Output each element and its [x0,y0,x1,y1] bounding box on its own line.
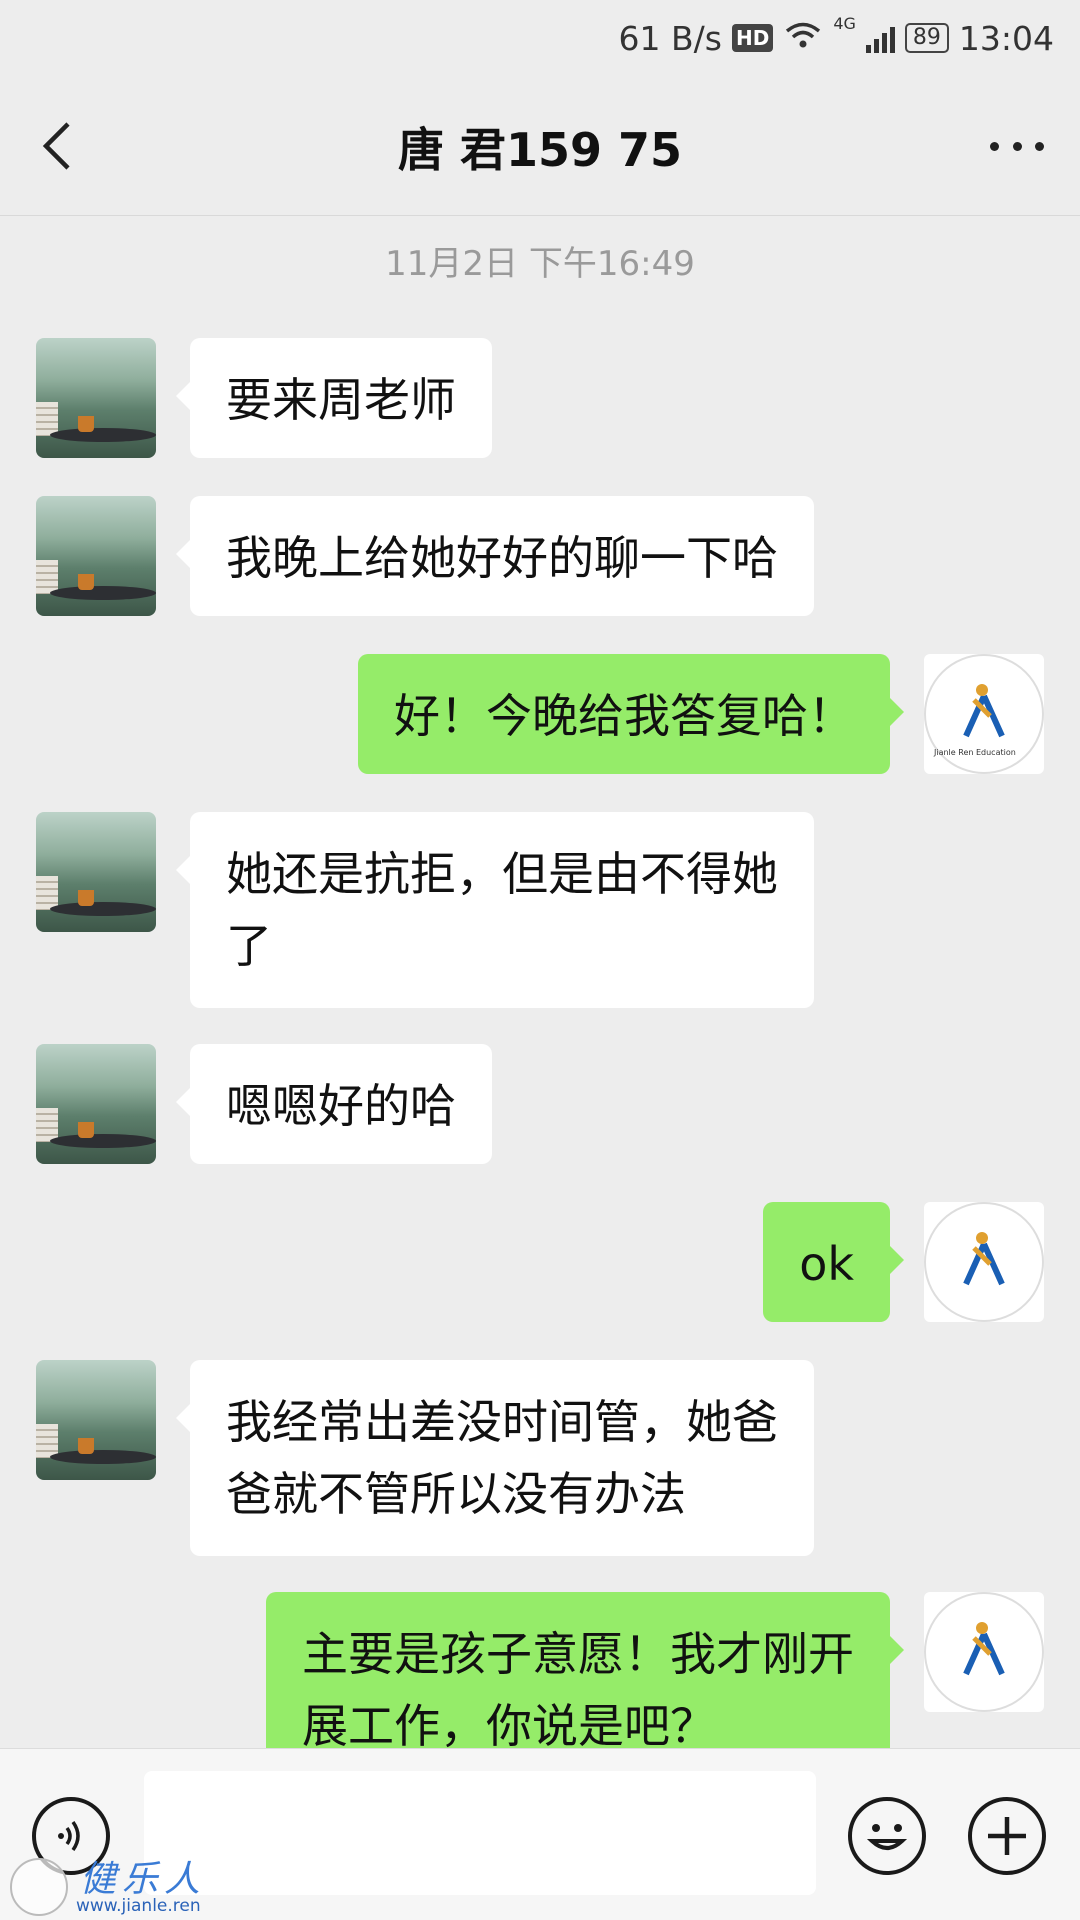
message-bubble-outgoing[interactable]: 好！今晚给我答复哈！ [358,654,904,774]
plus-icon [988,1817,1026,1855]
jianle-logo [924,1592,1044,1712]
more-dots-icon [990,141,999,151]
message-bubble-incoming[interactable]: 我经常出差没时间管，她爸 爸就不管所以没有办法 [176,1360,814,1556]
message-bubble-incoming[interactable]: 嗯嗯好的哈 [176,1044,492,1164]
message-line: 她还是抗拒，但是由不得她 [226,847,778,901]
chat-header: 唐 君159 75 [0,76,1080,216]
message-bubble-incoming[interactable]: 她还是抗拒，但是由不得她 了 [176,812,814,1008]
more-options-button[interactable] [982,126,1052,166]
contact-avatar[interactable] [36,496,156,616]
message-bubble-incoming[interactable]: 要来周老师 [176,338,492,458]
contact-avatar[interactable] [36,338,156,458]
watermark-name: 健乐人 [80,1859,207,1900]
jianle-logo: Jianle Ren Education [924,654,1044,774]
message-line: 了 [226,919,272,973]
message-input[interactable] [144,1771,816,1895]
network-speed: 61 B/s [618,18,722,58]
chat-title: 唐 君159 75 [397,123,683,177]
message-bubble-outgoing[interactable]: ok [763,1202,904,1322]
watermark: 健乐人 www.jianle.ren [10,1850,210,1918]
message-bubble-incoming[interactable]: 我晚上给她好好的聊一下哈 [176,496,814,616]
emoji-button[interactable] [848,1797,926,1875]
message-line: 我经常出差没时间管，她爸 [226,1395,778,1449]
hd-icon: HD [731,24,774,52]
signal-icon [865,23,895,53]
message-line: 主要是孩子意愿！我才刚开 [302,1627,854,1681]
my-avatar[interactable]: Jianle Ren Education [924,654,1044,774]
contact-avatar[interactable] [36,1044,156,1164]
my-avatar[interactable] [924,1202,1044,1322]
battery-icon: 89 [904,23,949,53]
status-time: 13:04 [958,18,1054,58]
logo-caption: Jianle Ren Education [934,748,1016,757]
wifi-icon [783,19,823,58]
jianle-logo [924,1202,1044,1322]
emoji-icon [866,1824,908,1850]
watermark-logo [10,1858,68,1916]
watermark-url: www.jianle.ren [76,1896,201,1916]
my-avatar[interactable] [924,1592,1044,1712]
message-timestamp: 11月2日 下午16:49 [385,244,695,284]
chevron-left-icon [42,122,70,170]
message-line: 爸就不管所以没有办法 [226,1467,686,1521]
network-type: 4G [833,14,856,33]
plus-button[interactable] [968,1797,1046,1875]
status-bar: 61 B/s HD 4G 89 13:04 [0,0,1080,76]
contact-avatar[interactable] [36,812,156,932]
back-button[interactable] [30,116,90,176]
contact-avatar[interactable] [36,1360,156,1480]
